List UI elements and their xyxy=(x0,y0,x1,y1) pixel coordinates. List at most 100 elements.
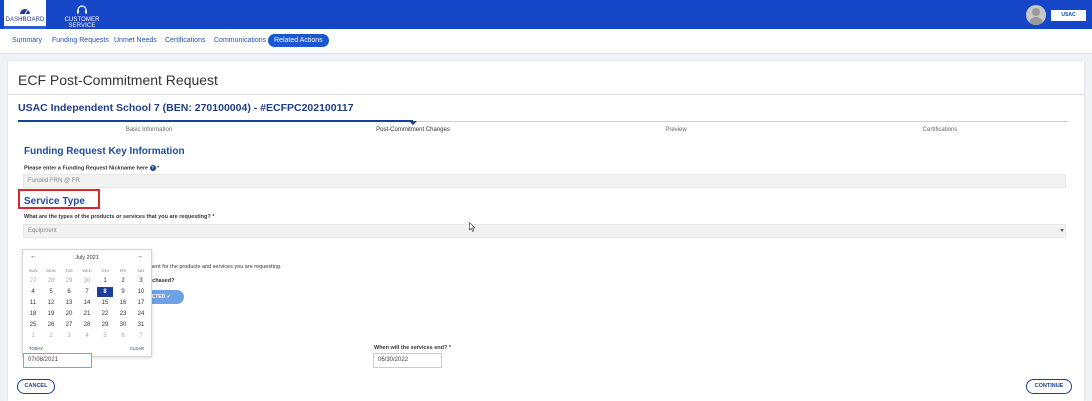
top-navigation-bar: DASHBOARD CUSTOMER SERVICE USAC xyxy=(0,0,1092,29)
today-link[interactable]: TODAY xyxy=(29,346,43,351)
tab-related-actions[interactable]: Related Actions xyxy=(268,34,329,47)
calendar-day[interactable]: 20 xyxy=(61,309,77,319)
partial-instruction-text: nent for the products and services you a… xyxy=(150,264,282,270)
calendar-day[interactable]: 28 xyxy=(43,276,59,286)
clear-link[interactable]: CLEAR xyxy=(130,346,144,351)
continue-button[interactable]: CONTINUE xyxy=(1026,379,1072,394)
secondary-navigation: Summary Funding Requests Unmet Needs Cer… xyxy=(0,29,1092,54)
logo-text: USAC xyxy=(1061,12,1076,18)
calendar-day[interactable]: 7 xyxy=(79,287,95,297)
dashboard-nav-label: DASHBOARD xyxy=(5,17,45,23)
tab-funding-requests[interactable]: Funding Requests xyxy=(52,37,109,44)
step-preview: Preview xyxy=(665,127,687,133)
dashboard-nav-button[interactable]: DASHBOARD xyxy=(4,0,46,29)
calendar-day[interactable]: 14 xyxy=(79,298,95,308)
calendar-day[interactable]: 13 xyxy=(61,298,77,308)
user-avatar[interactable] xyxy=(1026,5,1046,25)
calendar-day[interactable]: 18 xyxy=(25,309,41,319)
progress-fill xyxy=(18,120,413,122)
calendar-day[interactable]: 21 xyxy=(79,309,95,319)
next-month-arrow-icon[interactable]: → xyxy=(136,253,143,260)
date-picker-popup: ← July 2021 → SUN MON TUE WED THU FRI SAT 27 28 2… xyxy=(22,249,152,357)
calendar-day[interactable]: 29 xyxy=(61,276,77,286)
funding-request-key-heading: Funding Request Key Information xyxy=(24,146,185,157)
calendar-day[interactable]: 10 xyxy=(133,287,149,297)
calendar-weekday-label: SUN xyxy=(28,268,38,273)
help-icon[interactable]: ? xyxy=(149,165,156,171)
calendar-day[interactable]: 4 xyxy=(25,287,41,297)
chevron-down-icon[interactable] xyxy=(1060,229,1064,232)
tab-certifications[interactable]: Certifications xyxy=(165,37,205,44)
calendar-day[interactable]: 27 xyxy=(25,276,41,286)
calendar-day[interactable]: 15 xyxy=(97,298,113,308)
step-basic-information: Basic Information xyxy=(125,127,173,133)
calendar-day[interactable]: 3 xyxy=(61,331,77,341)
calendar-day[interactable]: 1 xyxy=(97,276,113,286)
services-end-text: When will the services end? xyxy=(374,345,448,351)
calendar-day[interactable]: 4 xyxy=(79,331,95,341)
nickname-label: Please enter a Funding Request Nickname … xyxy=(24,165,159,171)
required-mark: * xyxy=(448,345,452,351)
calendar-day[interactable]: 17 xyxy=(133,298,149,308)
speedometer-icon xyxy=(20,9,30,15)
calendar-day[interactable]: 28 xyxy=(79,320,95,330)
calendar-weekday-label: MON xyxy=(46,268,56,273)
calendar-day[interactable]: 1 xyxy=(25,331,41,341)
usac-logo: USAC xyxy=(1051,10,1086,21)
calendar-day[interactable]: 25 xyxy=(25,320,41,330)
tab-summary[interactable]: Summary xyxy=(12,37,42,44)
calendar-day[interactable]: 26 xyxy=(43,320,59,330)
tab-unmet-needs[interactable]: Unmet Needs xyxy=(114,37,157,44)
calendar-day[interactable]: 7 xyxy=(133,331,149,341)
service-start-date-input[interactable]: 07/08/2021 xyxy=(23,353,92,368)
service-end-date-input[interactable]: 06/30/2022 xyxy=(373,353,442,368)
mouse-pointer-icon xyxy=(469,222,476,232)
calendar-weekday-label: FRI xyxy=(119,268,127,273)
calendar-day[interactable]: 27 xyxy=(61,320,77,330)
step-certifications: Certifications xyxy=(922,127,958,133)
calendar-day[interactable]: 31 xyxy=(133,320,149,330)
service-type-select[interactable]: Equipment xyxy=(23,224,1066,238)
calendar-day[interactable]: 29 xyxy=(97,320,113,330)
calendar-weekday-label: SAT xyxy=(137,268,145,273)
nickname-label-text: Please enter a Funding Request Nickname … xyxy=(24,165,149,172)
cancel-button[interactable]: CANCEL xyxy=(17,379,55,394)
required-mark: * xyxy=(212,214,215,220)
calendar-day[interactable]: 6 xyxy=(115,331,131,341)
calendar-day[interactable]: 16 xyxy=(115,298,131,308)
calendar-day[interactable]: 2 xyxy=(115,276,131,286)
calendar-day[interactable]: 3 xyxy=(133,276,149,286)
calendar-day[interactable]: 30 xyxy=(79,276,95,286)
calendar-day[interactable]: 9 xyxy=(115,287,131,297)
calendar-day-selected[interactable]: 8 xyxy=(97,287,113,297)
calendar-day[interactable]: 23 xyxy=(115,309,131,319)
entity-heading: USAC Independent School 7 (BEN: 27010000… xyxy=(18,102,354,114)
partial-question-text: rchased? xyxy=(150,278,175,284)
calendar-day[interactable]: 12 xyxy=(43,298,59,308)
calendar-day[interactable]: 30 xyxy=(115,320,131,330)
required-mark: * xyxy=(157,165,160,172)
current-step-pointer-icon xyxy=(409,121,417,125)
customer-service-nav-button[interactable]: CUSTOMER SERVICE xyxy=(54,0,110,29)
calendar-day[interactable]: 19 xyxy=(43,309,59,319)
services-end-label: When will the services end? * xyxy=(374,345,451,351)
calendar-day[interactable]: 11 xyxy=(25,298,41,308)
calendar-day[interactable]: 24 xyxy=(133,309,149,319)
tab-communications[interactable]: Communications xyxy=(214,37,266,44)
calendar-day[interactable]: 5 xyxy=(97,331,113,341)
service-question-label: What are the types of the products or se… xyxy=(24,214,214,220)
calendar-weekday-label: WED xyxy=(82,268,92,273)
calendar-month-label: July 2021 xyxy=(75,255,99,261)
calendar-weekday-label: TUE xyxy=(65,268,73,273)
nickname-input[interactable]: Funded FRN @ FR xyxy=(23,174,1066,188)
service-question-text: What are the types of the products or se… xyxy=(24,214,211,220)
headset-icon xyxy=(77,5,87,14)
calendar-day[interactable]: 22 xyxy=(97,309,113,319)
calendar-weekday-label: THU xyxy=(100,268,110,273)
step-post-commitment-changes: Post-Commitment Changes xyxy=(376,127,450,133)
calendar-day[interactable]: 5 xyxy=(43,287,59,297)
service-type-heading: Service Type xyxy=(24,196,85,207)
calendar-day[interactable]: 6 xyxy=(61,287,77,297)
calendar-day[interactable]: 2 xyxy=(43,331,59,341)
customer-service-nav-label: CUSTOMER SERVICE xyxy=(64,17,100,29)
